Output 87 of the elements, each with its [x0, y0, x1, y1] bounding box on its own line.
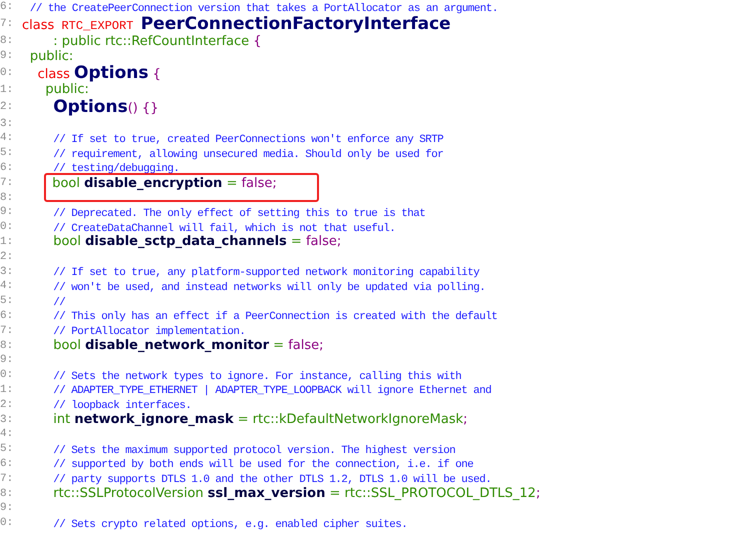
line-number: 9:: [0, 502, 14, 514]
type-name: public:: [45, 82, 89, 98]
line-number: 7:: [0, 176, 14, 189]
type-name: rtc::SSL_PROTOCOL_DTLS_12: [344, 486, 536, 502]
type-name: bool: [52, 176, 81, 192]
line-number: 1:: [0, 84, 14, 96]
line-number: 5:: [0, 295, 14, 308]
identifier: disable_sctp_data_channels: [85, 234, 287, 250]
line-number: 9:: [0, 50, 14, 62]
type-name: rtc::SSLProtocolVersion: [53, 486, 205, 502]
line-number: 7:: [0, 18, 14, 30]
code-comment: //: [53, 296, 66, 309]
line-number: 3:: [0, 266, 14, 278]
code-comment: // party supports DTLS 1.0 and the other DTLS 1.2, DTLS 1.0 will be used.: [53, 474, 492, 486]
code-comment: // This only has an effect if a PeerConnection is created with the default: [53, 311, 498, 324]
code-comment: // Sets the maximum supported protocol version. The highest version: [53, 444, 456, 457]
line-number: 8:: [0, 488, 14, 500]
class-name: PeerConnectionFactoryInterface: [140, 14, 451, 34]
identifier: network_ignore_mask: [74, 412, 234, 428]
line-number: 2:: [0, 398, 14, 411]
line-number: 2:: [0, 250, 14, 263]
keyword: class: [38, 66, 71, 82]
line-number: 0:: [0, 369, 14, 382]
line-number: 3:: [0, 414, 14, 426]
code-comment: // loopback interfaces.: [53, 400, 192, 412]
identifier: disable_encryption: [84, 176, 222, 192]
line-number: 8:: [0, 192, 14, 204]
line-number: 4:: [0, 428, 14, 440]
code-comment: // the CreatePeerConnection version that takes a PortAllocator as an argument.: [30, 2, 498, 15]
class-name: Options: [74, 62, 148, 83]
type-name: public:: [30, 48, 74, 64]
line-number: 4:: [0, 280, 14, 292]
code-comment: // ADAPTER_TYPE_ETHERNET | ADAPTER_TYPE_LOOPBACK will ignore Ethernet and: [53, 385, 492, 398]
identifier: disable_network_monitor: [85, 338, 270, 354]
code-comment: // supported by both ends will be used for the connection, i.e. if one: [53, 459, 474, 472]
line-number: 5:: [0, 147, 14, 160]
code-comment: // requirement, allowing unsecured media. Should only be used for: [53, 148, 444, 161]
punctuation: ;: [463, 412, 468, 428]
line-number: 1:: [0, 236, 14, 248]
line-number: 5:: [0, 443, 14, 456]
code-comment: // Sets crypto related options, e.g. enabled cipher suites.: [53, 518, 408, 531]
line-number: 0:: [0, 66, 14, 79]
code-comment: // Deprecated. The only effect of setting this to true is that: [53, 208, 426, 220]
line-number: 6:: [0, 162, 14, 174]
operator: =: [328, 486, 342, 502]
code-comment: // PortAllocator implementation.: [53, 326, 246, 338]
macro-name: RTC_EXPORT: [60, 19, 134, 34]
code-comment: // If set to true, created PeerConnections won't enforce any SRTP: [53, 134, 444, 146]
type-name: : public rtc::RefCountInterface: [53, 34, 250, 49]
type-name: bool: [53, 338, 82, 354]
code-comment: // testing/debugging.: [53, 163, 180, 176]
punctuation: {: [152, 66, 161, 82]
type-name: int: [53, 412, 72, 428]
line-number: 9:: [0, 354, 14, 366]
identifier: ssl_max_version: [208, 486, 326, 502]
code-comment: // Sets the network types to ignore. For instance, calling this with: [53, 370, 462, 383]
line-number: 2:: [0, 100, 14, 113]
punctuation: {: [253, 34, 262, 49]
line-number: 3:: [0, 118, 14, 130]
operator: =: [272, 338, 286, 354]
literal-value: false;: [306, 234, 342, 250]
line-number: 0:: [0, 517, 14, 530]
line-number: 6:: [0, 458, 14, 470]
type-name: rtc::kDefaultNetworkIgnoreMask: [252, 412, 464, 428]
line-number: 7:: [0, 324, 14, 337]
code-comment: // CreateDataChannel will fail, which is not that useful.: [53, 222, 396, 235]
line-number: 6:: [0, 1, 14, 14]
literal-value: false;: [241, 176, 277, 192]
line-number: 7:: [0, 472, 14, 485]
operator: =: [236, 412, 250, 428]
literal-value: false;: [288, 338, 324, 354]
operator: =: [290, 234, 303, 250]
code-comment: // If set to true, any platform-supported network monitoring capability: [53, 267, 480, 280]
line-number: 6:: [0, 310, 14, 322]
punctuation: ;: [536, 486, 540, 502]
line-number: 1:: [0, 384, 14, 396]
line-number: 8:: [0, 35, 14, 48]
class-name: Options: [53, 96, 128, 117]
line-number: 8:: [0, 340, 14, 352]
code-comment: // won't be used, and instead networks will only be updated via polling.: [53, 282, 486, 294]
line-number: 0:: [0, 221, 14, 234]
type-name: bool: [53, 234, 82, 250]
line-number: 9:: [0, 206, 14, 218]
operator: =: [225, 176, 238, 192]
keyword: class: [22, 18, 54, 34]
line-number: 4:: [0, 132, 14, 144]
punctuation: () {}: [128, 100, 159, 116]
